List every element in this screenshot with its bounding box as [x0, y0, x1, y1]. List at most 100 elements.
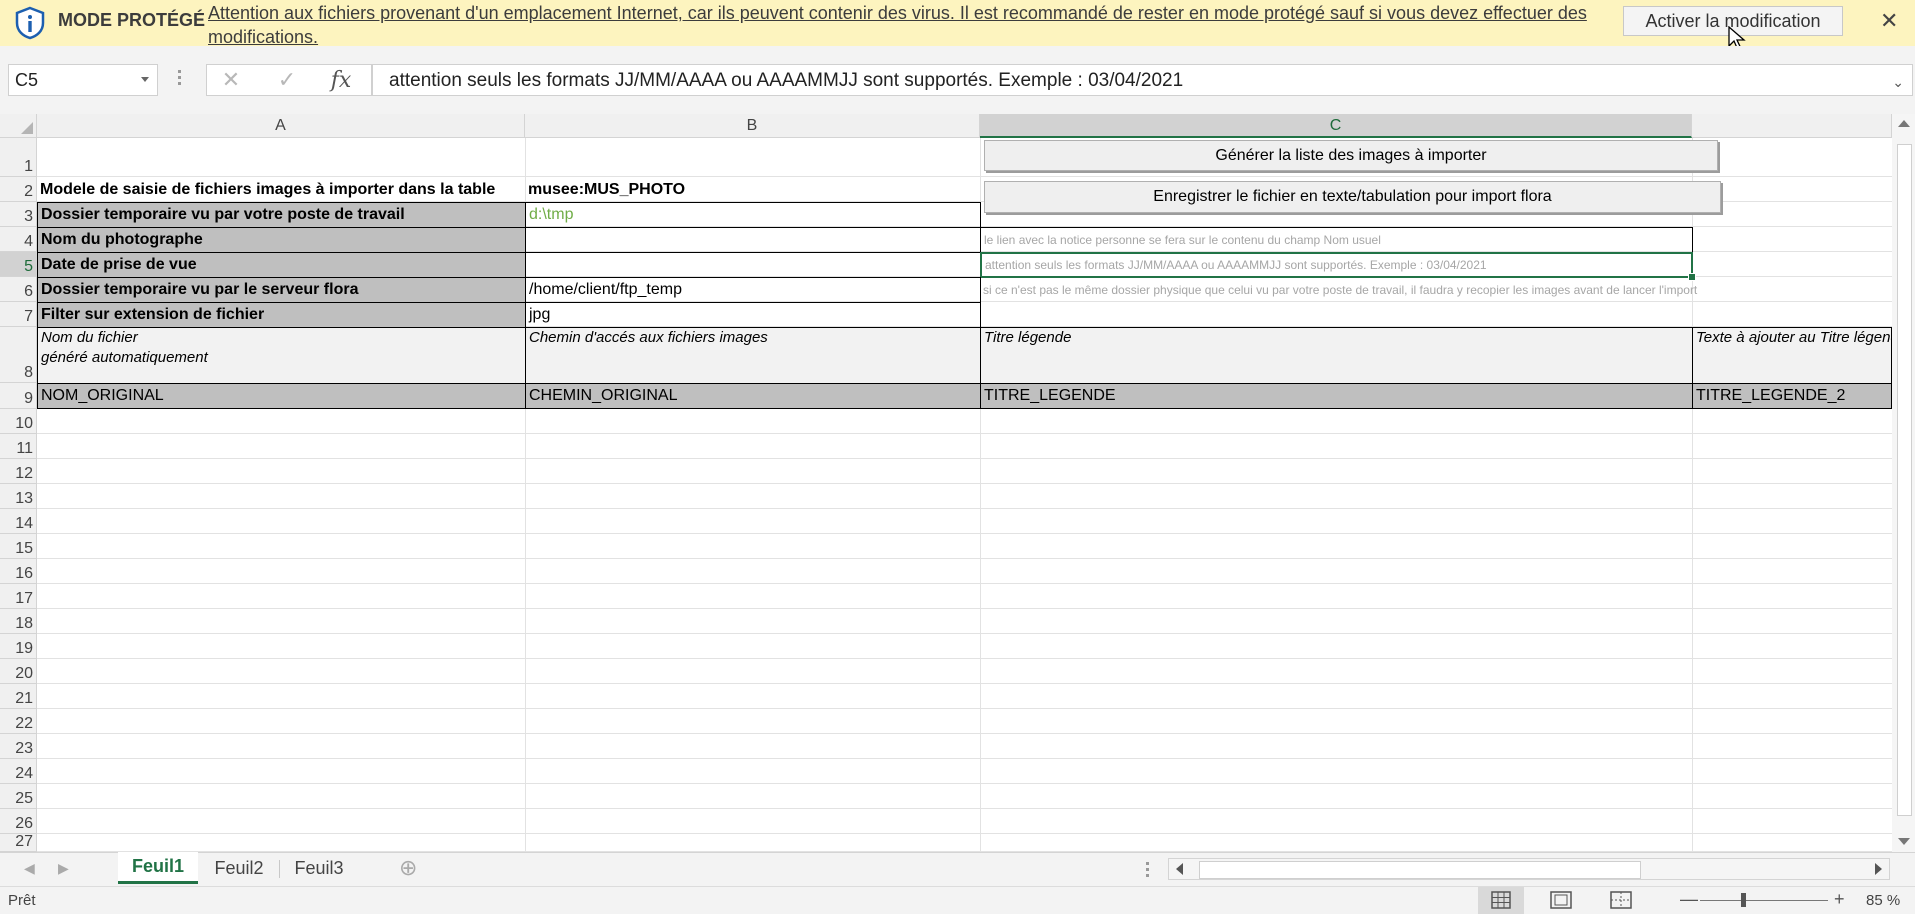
cell-d8[interactable]: Texte à ajouter au Titre légende [1692, 327, 1892, 384]
zoom-level[interactable]: 85 % [1866, 892, 1900, 909]
row-header-14[interactable]: 14 [0, 509, 37, 534]
row-header-24[interactable]: 24 [0, 759, 37, 784]
cell-a8[interactable]: Nom du fichier généré automatiquement [37, 327, 526, 384]
row-header-12[interactable]: 12 [0, 459, 37, 484]
page-layout-view-icon[interactable] [1538, 887, 1584, 914]
row-gridline [37, 833, 1892, 834]
row-header-5[interactable]: 5 [0, 252, 37, 277]
column-header-c[interactable]: C [980, 114, 1692, 138]
row-header-1[interactable]: 1 [0, 138, 37, 177]
cell-b3[interactable]: d:\tmp [525, 202, 981, 228]
tab-separator [279, 860, 280, 878]
cell-b8[interactable]: Chemin d'accés aux fichiers images [525, 327, 981, 384]
name-box-value: C5 [15, 70, 39, 90]
cell-a5[interactable]: Date de prise de vue [37, 252, 526, 278]
chevron-down-icon[interactable] [141, 77, 149, 82]
insert-function-icon[interactable]: fx [326, 64, 356, 96]
cell-b6[interactable]: /home/client/ftp_temp [525, 277, 981, 303]
formula-input[interactable]: attention seuls les formats JJ/MM/AAAA o… [372, 64, 1913, 96]
row-header-25[interactable]: 25 [0, 784, 37, 809]
sheet-tab-feuil3[interactable]: Feuil3 [284, 852, 354, 884]
row-header-16[interactable]: 16 [0, 559, 37, 584]
cell-c8[interactable]: Titre légende [980, 327, 1693, 384]
scroll-left-icon[interactable] [1176, 863, 1183, 875]
cell-a9[interactable]: NOM_ORIGINAL [37, 383, 526, 409]
scroll-right-icon[interactable] [1875, 863, 1882, 875]
column-header-a[interactable]: A [37, 114, 525, 138]
row-header-22[interactable]: 22 [0, 709, 37, 734]
cell-c4[interactable]: le lien avec la notice personne se fera … [980, 227, 1693, 253]
row-gridline [37, 758, 1892, 759]
enter-icon[interactable]: ✓ [272, 64, 302, 96]
row-header-18[interactable]: 18 [0, 609, 37, 634]
horizontal-scroll-thumb[interactable] [1199, 861, 1641, 879]
row-header-6[interactable]: 6 [0, 277, 37, 302]
cell-b2[interactable]: musee:MUS_PHOTO [525, 177, 980, 202]
next-sheet-icon[interactable]: ▶ [58, 860, 69, 877]
column-header-d[interactable] [1692, 114, 1892, 138]
row-header-20[interactable]: 20 [0, 659, 37, 684]
cell-c5-active[interactable]: attention seuls les formats JJ/MM/AAAA o… [980, 252, 1693, 278]
name-box[interactable]: C5 [8, 64, 158, 96]
row-header-11[interactable]: 11 [0, 434, 37, 459]
row-header-10[interactable]: 10 [0, 409, 37, 434]
row-header-13[interactable]: 13 [0, 484, 37, 509]
save-tab-file-button[interactable]: Enregistrer le fichier en texte/tabulati… [984, 181, 1721, 213]
horizontal-scrollbar[interactable] [1168, 858, 1890, 880]
cell-a2[interactable]: Modele de saisie de fichiers images à im… [37, 177, 525, 202]
generate-images-list-button[interactable]: Générer la liste des images à importer [984, 140, 1718, 171]
cell-b7[interactable]: jpg [525, 302, 981, 328]
row-header-27[interactable]: 27 [0, 833, 37, 852]
formula-input-value: attention seuls les formats JJ/MM/AAAA o… [389, 70, 1184, 91]
vertical-scroll-thumb[interactable] [1897, 144, 1912, 816]
column-header-b[interactable]: B [525, 114, 980, 138]
normal-view-icon[interactable] [1478, 887, 1524, 914]
expand-formula-icon[interactable]: ⌄ [1892, 74, 1904, 91]
zoom-slider-thumb[interactable] [1741, 893, 1746, 907]
row-header-21[interactable]: 21 [0, 684, 37, 709]
vertical-scrollbar[interactable] [1892, 114, 1915, 852]
cell-b4[interactable] [525, 227, 981, 253]
row-header-4[interactable]: 4 [0, 227, 37, 252]
zoom-slider[interactable] [1700, 900, 1828, 901]
add-sheet-icon[interactable]: ⊕ [399, 855, 417, 881]
sheet-tab-feuil2[interactable]: Feuil2 [204, 852, 274, 884]
row-gridline [37, 433, 1892, 434]
row-header-9[interactable]: 9 [0, 383, 37, 409]
cell-d9[interactable]: TITRE_LEGENDE_2 [1692, 383, 1892, 409]
select-all-corner[interactable] [0, 114, 37, 138]
row-header-8[interactable]: 8 [0, 327, 37, 383]
scroll-up-icon[interactable] [1898, 120, 1910, 127]
row-header-23[interactable]: 23 [0, 734, 37, 759]
cell-c6[interactable]: si ce n'est pas le même dossier physique… [980, 277, 1892, 303]
row-header-2[interactable]: 2 [0, 177, 37, 202]
sheet-tab-feuil1[interactable]: Feuil1 [118, 852, 198, 884]
scroll-down-icon[interactable] [1898, 838, 1910, 845]
zoom-in-icon[interactable]: + [1834, 889, 1845, 910]
tab-splitter-handle[interactable] [1146, 862, 1149, 878]
row-gridline [37, 633, 1892, 634]
cell-a6[interactable]: Dossier temporaire vu par le serveur flo… [37, 277, 526, 303]
page-break-view-icon[interactable] [1598, 887, 1644, 914]
protected-view-message[interactable]: Attention aux fichiers provenant d'un em… [208, 1, 1588, 49]
zoom-out-icon[interactable]: — [1680, 889, 1698, 910]
row-header-26[interactable]: 26 [0, 809, 37, 834]
close-bar-icon[interactable]: ✕ [1880, 8, 1898, 34]
row-gridline [37, 558, 1892, 559]
cancel-icon[interactable]: ✕ [216, 64, 246, 96]
cell-a3[interactable]: Dossier temporaire vu par votre poste de… [37, 202, 526, 228]
cell-b9[interactable]: CHEMIN_ORIGINAL [525, 383, 981, 409]
cell-b5[interactable] [525, 252, 981, 278]
prev-sheet-icon[interactable]: ◀ [24, 860, 35, 877]
cell-a4[interactable]: Nom du photographe [37, 227, 526, 253]
row-header-17[interactable]: 17 [0, 584, 37, 609]
row-header-3[interactable]: 3 [0, 202, 37, 227]
cell-a7[interactable]: Filter sur extension de fichier [37, 302, 526, 328]
cell-c9[interactable]: TITRE_LEGENDE [980, 383, 1693, 409]
row-header-7[interactable]: 7 [0, 302, 37, 327]
row-header-15[interactable]: 15 [0, 534, 37, 559]
row-header-19[interactable]: 19 [0, 634, 37, 659]
row-gridline [37, 658, 1892, 659]
row-gridline [37, 583, 1892, 584]
cell-a8-line2: généré automatiquement [41, 349, 208, 366]
